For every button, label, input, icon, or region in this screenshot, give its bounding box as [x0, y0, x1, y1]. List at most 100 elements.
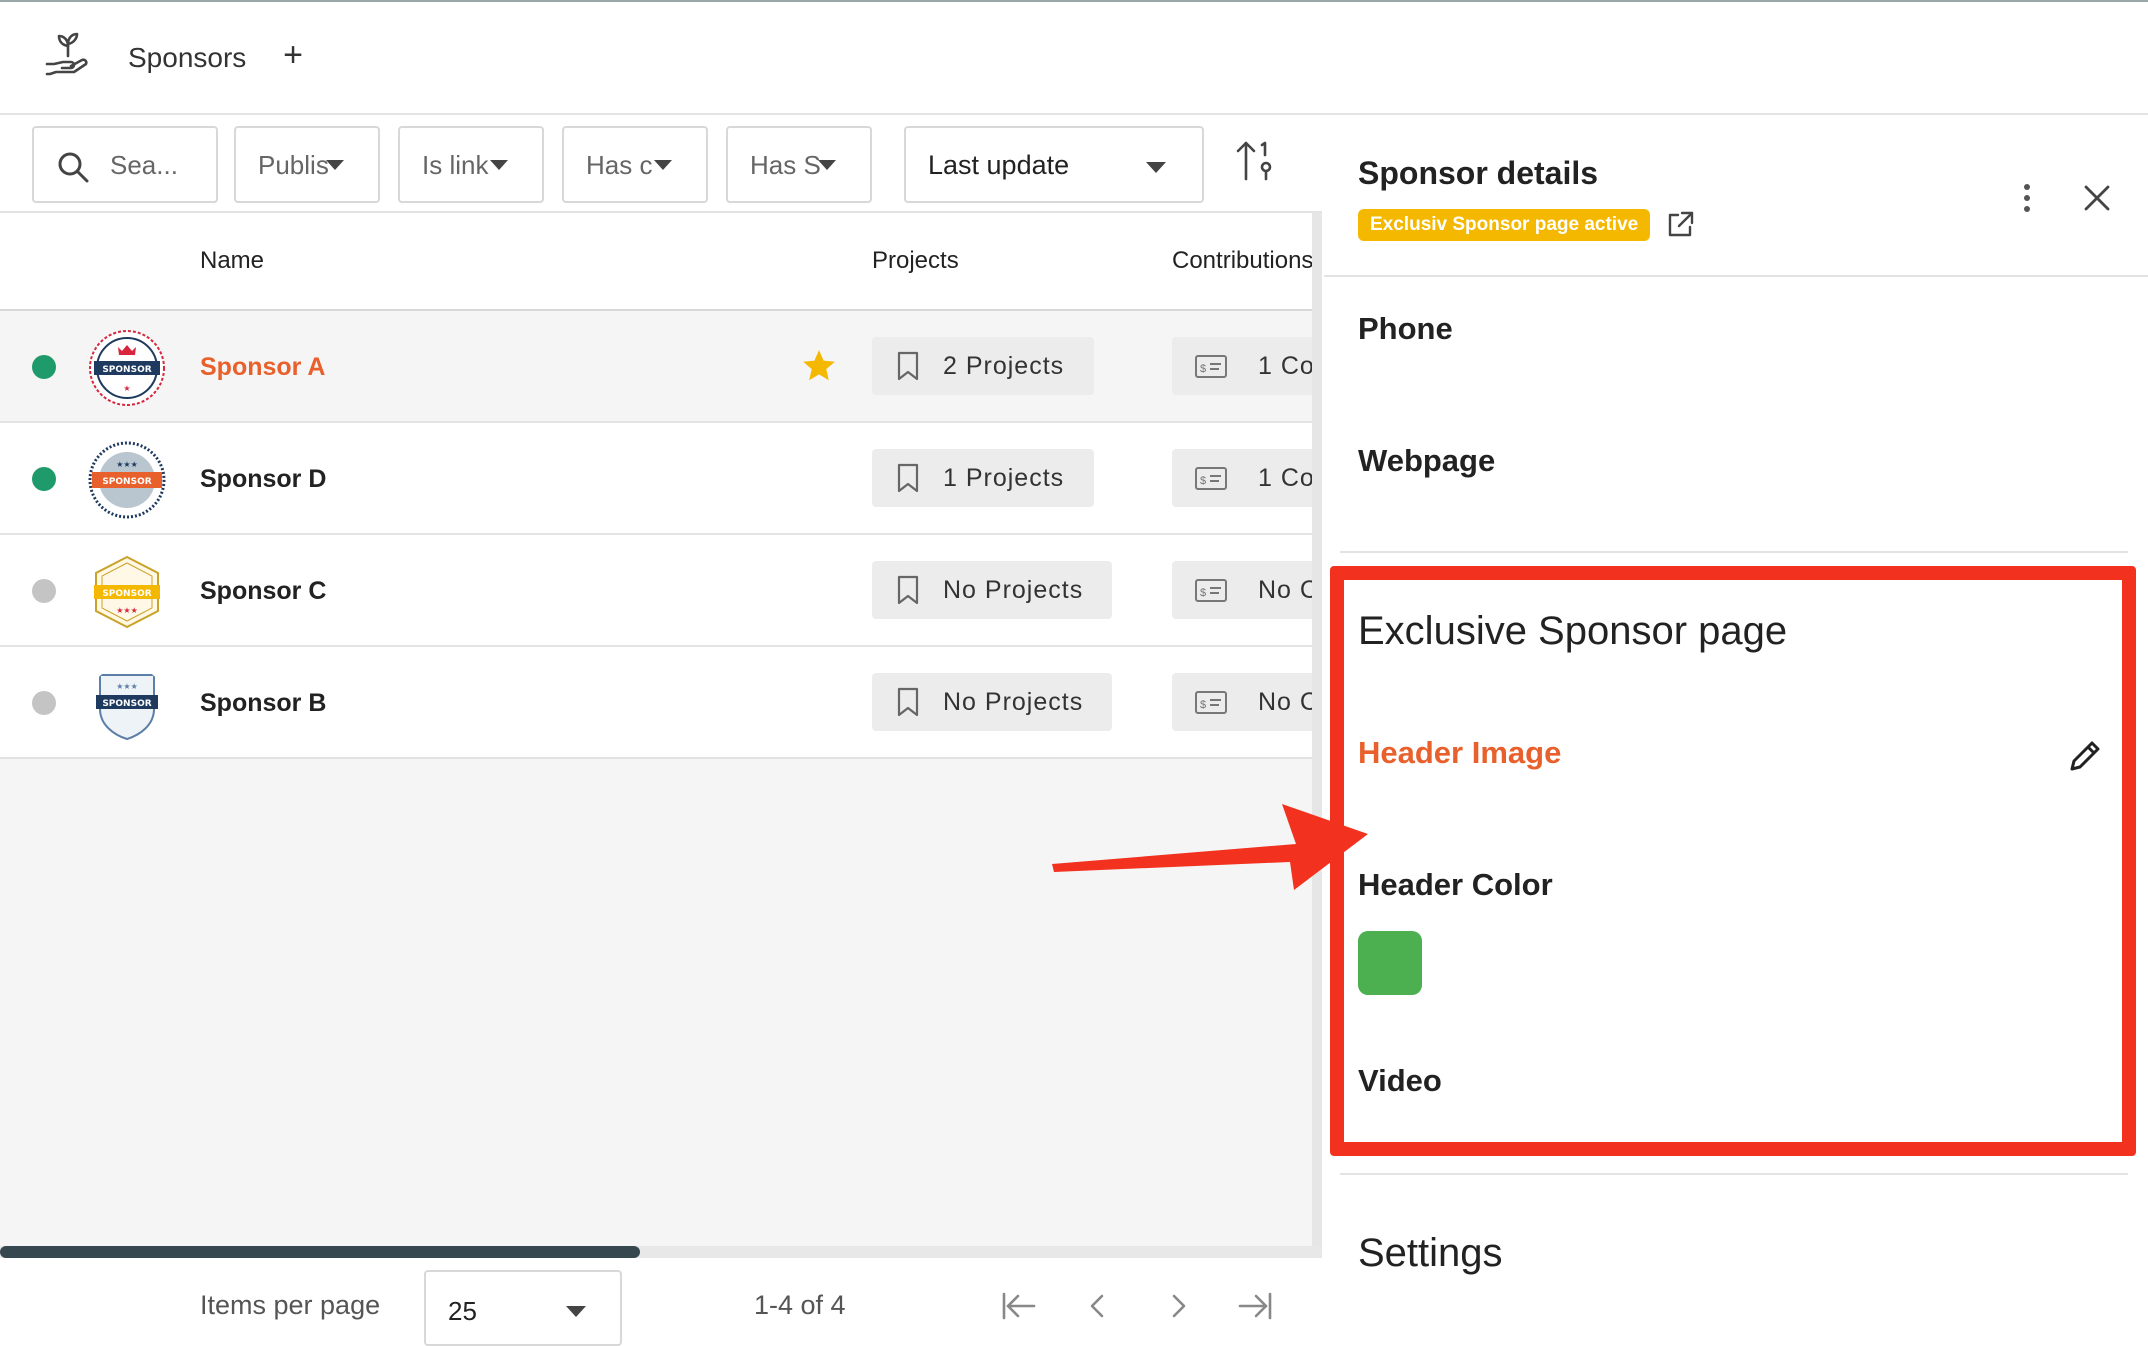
items-per-page-label: Items per page	[200, 1290, 381, 1320]
published-filter[interactable]: Publis	[234, 126, 380, 203]
svg-text:$: $	[1200, 587, 1207, 599]
logo-text: SPONSOR	[102, 589, 151, 599]
projects-chip[interactable]: No Projects	[872, 673, 1112, 731]
table-row[interactable]: SPONSOR ★ Sponsor A 2 Projects $ 1 Co	[0, 311, 1312, 423]
chevron-down-icon	[566, 1306, 586, 1317]
column-header-name[interactable]: Name	[200, 247, 264, 275]
column-header-contributions[interactable]: Contributions	[1172, 247, 1312, 275]
search-placeholder: Sea...	[110, 150, 178, 180]
table-row[interactable]: SPONSOR ★★★ Sponsor D 1 Projects $ 1 Co	[0, 423, 1312, 535]
svg-text:★★★: ★★★	[116, 682, 138, 691]
projects-count: No Projects	[943, 576, 1084, 604]
projects-count: 1 Projects	[943, 464, 1065, 492]
first-page-icon[interactable]	[998, 1288, 1038, 1324]
svg-text:★★★: ★★★	[116, 460, 138, 469]
contributions-count: 1 Co	[1258, 352, 1312, 380]
sort-select[interactable]: Last update	[904, 126, 1204, 203]
header-color-swatch[interactable]	[1358, 931, 1422, 995]
chevron-down-icon	[654, 160, 672, 170]
previous-page-icon[interactable]	[1078, 1288, 1118, 1324]
sponsor-logo: SPONSOR ★	[89, 330, 165, 406]
logo-text: SPONSOR	[102, 477, 151, 487]
divider	[1324, 275, 2148, 277]
hand-plant-icon	[45, 32, 88, 76]
items-per-page-select[interactable]: 25	[424, 1270, 622, 1346]
contributions-chip[interactable]: $ 1 Co	[1172, 337, 1312, 395]
table-body: SPONSOR ★ Sponsor A 2 Projects $ 1 Co SP…	[0, 311, 1312, 759]
sort-direction-icon[interactable]	[1234, 137, 1278, 185]
logo-text: SPONSOR	[102, 699, 151, 709]
payment-icon: $	[1195, 355, 1227, 378]
sponsor-name[interactable]: Sponsor D	[200, 465, 326, 494]
chevron-down-icon	[1146, 162, 1166, 173]
external-link-icon[interactable]	[1664, 209, 1696, 241]
status-dot	[32, 579, 56, 603]
sponsor-logo: SPONSOR ★★★	[96, 674, 158, 741]
video-label: Video	[1358, 1063, 1442, 1098]
sponsor-name[interactable]: Sponsor B	[200, 689, 326, 718]
status-dot	[32, 355, 56, 379]
payment-icon: $	[1195, 467, 1227, 490]
search-icon	[58, 152, 89, 183]
has-c-filter[interactable]: Has c	[562, 126, 708, 203]
star-icon[interactable]	[800, 347, 838, 385]
sponsor-details-panel: Sponsor details Exclusiv Sponsor page ac…	[1324, 115, 2148, 1346]
phone-label: Phone	[1358, 311, 1453, 346]
page-title: Sponsors	[128, 42, 247, 73]
status-dot	[32, 691, 56, 715]
table-row[interactable]: SPONSOR ★★★ Sponsor C No Projects $ No C	[0, 535, 1312, 647]
contributions-chip[interactable]: $ No C	[1172, 673, 1312, 731]
divider	[1340, 551, 2128, 553]
svg-text:$: $	[1200, 699, 1207, 711]
app-header: Sponsors +	[0, 2, 2148, 115]
close-icon[interactable]	[2080, 181, 2114, 215]
horizontal-scrollbar[interactable]	[0, 1246, 1322, 1258]
projects-chip[interactable]: No Projects	[872, 561, 1112, 619]
filter-bar: Sea... Publis Is link Has c Has S Last u…	[0, 115, 1322, 213]
contributions-chip[interactable]: $ 1 Co	[1172, 449, 1312, 507]
column-header-projects[interactable]: Projects	[872, 247, 959, 275]
vertical-scrollbar[interactable]	[1312, 213, 1322, 1246]
has-s-filter[interactable]: Has S	[726, 126, 872, 203]
bookmark-icon	[897, 687, 919, 717]
next-page-icon[interactable]	[1158, 1288, 1198, 1324]
svg-text:$: $	[1200, 475, 1207, 487]
contributions-count: 1 Co	[1258, 464, 1312, 492]
projects-chip[interactable]: 2 Projects	[872, 337, 1094, 395]
header-color-label: Header Color	[1358, 867, 1553, 902]
contributions-count: No C	[1258, 576, 1312, 604]
divider	[1340, 1173, 2128, 1175]
projects-count: 2 Projects	[943, 352, 1065, 380]
search-input[interactable]: Sea...	[32, 126, 218, 203]
pencil-icon[interactable]	[2064, 737, 2104, 777]
payment-icon: $	[1195, 579, 1227, 602]
sponsor-logo: SPONSOR ★★★	[88, 441, 166, 519]
bookmark-icon	[897, 463, 919, 493]
items-per-page-value: 25	[448, 1296, 477, 1326]
settings-title: Settings	[1358, 1231, 1503, 1275]
svg-text:★: ★	[123, 384, 130, 393]
chevron-down-icon	[490, 160, 508, 170]
sponsor-name[interactable]: Sponsor A	[200, 353, 325, 382]
projects-count: No Projects	[943, 688, 1084, 716]
sponsor-name[interactable]: Sponsor C	[200, 577, 326, 606]
contributions-count: No C	[1258, 688, 1312, 716]
paginator: Items per page 25 1-4 of 4	[0, 1258, 1322, 1346]
page-range-label: 1-4 of 4	[754, 1290, 846, 1320]
add-sponsor-button[interactable]: +	[278, 38, 308, 74]
table-header: Name Projects Contributions	[0, 213, 1312, 311]
last-page-icon[interactable]	[1236, 1288, 1276, 1324]
is-linked-filter[interactable]: Is link	[398, 126, 544, 203]
sort-select-value: Last update	[928, 150, 1070, 180]
header-image-label[interactable]: Header Image	[1358, 735, 1561, 771]
contributions-chip[interactable]: $ No C	[1172, 561, 1312, 619]
projects-chip[interactable]: 1 Projects	[872, 449, 1094, 507]
sponsor-list-pane: Sea... Publis Is link Has c Has S Last u…	[0, 115, 1322, 1346]
chevron-down-icon	[326, 160, 344, 170]
table-row[interactable]: SPONSOR ★★★ Sponsor B No Projects $ No C	[0, 647, 1312, 759]
horizontal-scrollbar-thumb[interactable]	[0, 1246, 640, 1258]
logo-text: SPONSOR	[102, 365, 151, 375]
more-vertical-icon[interactable]	[2014, 181, 2040, 215]
svg-text:★★★: ★★★	[116, 606, 138, 615]
exclusive-page-title: Exclusive Sponsor page	[1358, 609, 1788, 653]
